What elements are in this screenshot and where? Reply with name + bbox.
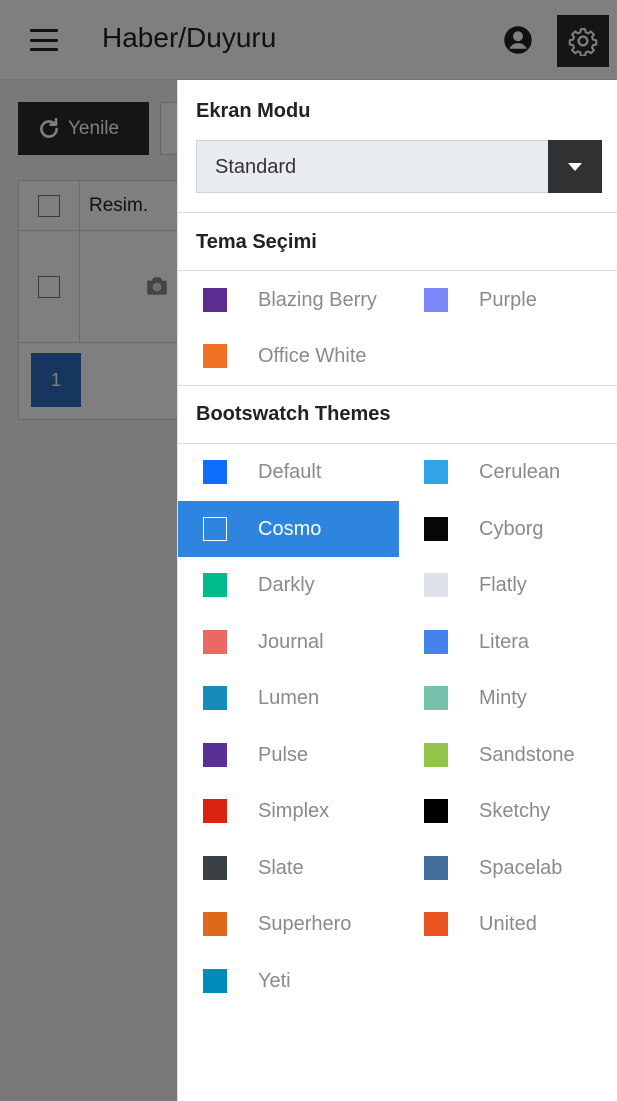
theme-item-cyborg[interactable]: Cyborg [399, 501, 617, 557]
theme-label: Lumen [258, 687, 320, 709]
theme-selection-title: Tema Seçimi [196, 231, 317, 253]
theme-label: Spacelab [479, 857, 563, 879]
theme-item-superhero[interactable]: Superhero [178, 896, 399, 952]
color-swatch [203, 517, 227, 541]
theme-item-united[interactable]: United [399, 896, 617, 952]
theme-item-purple[interactable]: Purple [399, 272, 617, 328]
theme-item-minty[interactable]: Minty [399, 670, 617, 726]
theme-item-cosmo[interactable]: Cosmo [178, 501, 399, 557]
color-swatch [203, 912, 227, 936]
color-swatch [424, 630, 448, 654]
screen-mode-select[interactable]: Standard [196, 140, 602, 193]
color-swatch [203, 288, 227, 312]
color-swatch [424, 517, 448, 541]
color-swatch [424, 686, 448, 710]
theme-label: Darkly [258, 574, 315, 596]
theme-label: Journal [258, 631, 324, 653]
theme-label: Blazing Berry [258, 289, 377, 311]
color-swatch [424, 912, 448, 936]
theme-item-lumen[interactable]: Lumen [178, 670, 399, 726]
color-swatch [424, 573, 448, 597]
theme-label: Cyborg [479, 518, 544, 540]
theme-item-default[interactable]: Default [178, 444, 399, 500]
theme-label: Slate [258, 857, 304, 879]
color-swatch [203, 686, 227, 710]
theme-item-yeti[interactable]: Yeti [178, 953, 399, 1009]
color-swatch [203, 799, 227, 823]
dropdown-toggle[interactable] [548, 140, 602, 193]
screen-mode-title: Ekran Modu [196, 100, 311, 122]
theme-label: Office White [258, 345, 367, 367]
color-swatch [203, 856, 227, 880]
theme-item-flatly[interactable]: Flatly [399, 557, 617, 613]
theme-item-simplex[interactable]: Simplex [178, 783, 399, 839]
theme-item-pulse[interactable]: Pulse [178, 727, 399, 783]
color-swatch [424, 288, 448, 312]
theme-item-blazing-berry[interactable]: Blazing Berry [178, 272, 399, 328]
theme-item-office-white[interactable]: Office White [178, 328, 399, 384]
color-swatch [203, 573, 227, 597]
color-swatch [203, 344, 227, 368]
theme-item-sketchy[interactable]: Sketchy [399, 783, 617, 839]
color-swatch [203, 460, 227, 484]
theme-item-journal[interactable]: Journal [178, 614, 399, 670]
theme-item-litera[interactable]: Litera [399, 614, 617, 670]
theme-label: Flatly [479, 574, 527, 596]
color-swatch [424, 856, 448, 880]
color-swatch [203, 630, 227, 654]
color-swatch [424, 799, 448, 823]
divider [178, 212, 617, 213]
settings-panel: Ekran Modu Standard Tema Seçimi Blazing … [177, 80, 617, 1101]
theme-label: Default [258, 461, 322, 483]
color-swatch [203, 743, 227, 767]
color-swatch [424, 460, 448, 484]
theme-item-sandstone[interactable]: Sandstone [399, 727, 617, 783]
caret-down-icon [568, 162, 582, 171]
theme-item-darkly[interactable]: Darkly [178, 557, 399, 613]
theme-label: Cosmo [258, 518, 322, 540]
theme-label: Simplex [258, 800, 330, 822]
theme-label: Purple [479, 289, 537, 311]
color-swatch [424, 743, 448, 767]
divider [178, 385, 617, 386]
theme-label: Yeti [258, 970, 291, 992]
theme-label: United [479, 913, 537, 935]
theme-label: Litera [479, 631, 530, 653]
theme-label: Cerulean [479, 461, 561, 483]
color-swatch [203, 969, 227, 993]
theme-label: Minty [479, 687, 527, 709]
divider [178, 270, 617, 271]
theme-item-cerulean[interactable]: Cerulean [399, 444, 617, 500]
theme-label: Sandstone [479, 744, 575, 766]
theme-item-spacelab[interactable]: Spacelab [399, 840, 617, 896]
bootswatch-themes-title: Bootswatch Themes [196, 403, 391, 425]
theme-label: Pulse [258, 744, 309, 766]
theme-label: Sketchy [479, 800, 551, 822]
theme-item-slate[interactable]: Slate [178, 840, 399, 896]
screen-mode-value: Standard [215, 156, 297, 178]
theme-label: Superhero [258, 913, 352, 935]
